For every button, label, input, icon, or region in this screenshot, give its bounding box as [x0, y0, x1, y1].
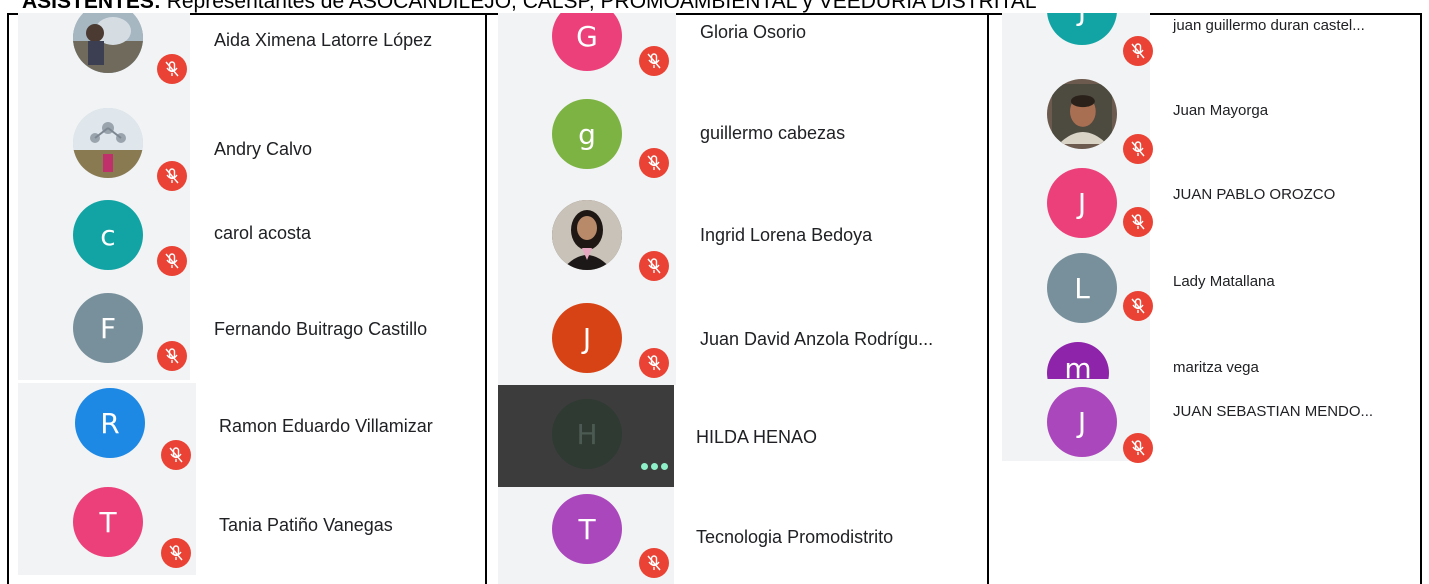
mic-off-icon [639, 148, 669, 178]
participant-name: maritza vega [1173, 359, 1259, 376]
participant-initial-avatar: L [1047, 253, 1117, 323]
mic-off-icon [1123, 134, 1153, 164]
participant-name: guillermo cabezas [700, 123, 846, 143]
mic-off-icon [1123, 433, 1153, 463]
participant-photo-avatar [1047, 79, 1117, 149]
participant-row[interactable]: J JUAN SEBASTIAN MENDO... [1002, 379, 1419, 475]
participant-name: Juan Mayorga [1173, 102, 1269, 119]
participant-name: Andry Calvo [214, 139, 313, 159]
mic-off-icon [639, 548, 669, 578]
participant-row[interactable]: F Fernando Buitrago Castillo [18, 292, 483, 388]
participant-initial-avatar: T [552, 494, 622, 564]
participant-row[interactable]: G Gloria Osorio [498, 13, 986, 109]
participant-initial-avatar: F [73, 293, 143, 363]
participant-row[interactable]: Juan Mayorga [1002, 79, 1419, 175]
participant-initial-avatar: G [552, 13, 622, 71]
participant-row[interactable]: Aida Ximena Latorre López [18, 13, 483, 109]
mic-off-icon [157, 341, 187, 371]
table-divider-2 [987, 13, 989, 584]
participant-row[interactable]: J Juan David Anzola Rodrígu... [498, 297, 986, 393]
mic-off-icon [161, 538, 191, 568]
speaking-indicator-icon [641, 463, 668, 470]
mic-off-icon [1123, 291, 1153, 321]
participant-name: Fernando Buitrago Castillo [214, 319, 428, 339]
participant-name: HILDA HENAO [696, 427, 818, 447]
participant-column-3: J juan guillermo duran castel... Juan Ma… [1002, 13, 1419, 584]
participant-photo-avatar [73, 108, 143, 178]
participant-row[interactable]: Ingrid Lorena Bedoya [498, 200, 986, 297]
participant-row[interactable]: Andry Calvo [18, 108, 483, 205]
participant-row[interactable]: g guillermo cabezas [498, 99, 986, 195]
participant-initial-avatar: m [1047, 342, 1109, 379]
participant-name: JUAN SEBASTIAN MENDO... [1173, 403, 1374, 420]
participant-name: carol acosta [214, 223, 312, 243]
participant-initial-avatar: T [73, 487, 143, 557]
participant-name: Ingrid Lorena Bedoya [700, 225, 873, 245]
table-divider-1 [485, 13, 487, 584]
mic-off-icon [639, 46, 669, 76]
participant-initial-avatar: g [552, 99, 622, 169]
photo-image [73, 108, 143, 178]
mic-off-icon [161, 440, 191, 470]
photo-image [552, 200, 622, 270]
participant-initial-avatar: H [552, 399, 622, 469]
participant-initial-avatar: J [1047, 13, 1117, 45]
participant-column-2: G Gloria Osorio g guillermo cabezas Ingr… [498, 13, 986, 584]
mic-off-icon [1123, 207, 1153, 237]
header-label: ASISTENTES: [22, 0, 161, 13]
header-text: Representantes de ASOCANDILEJO, CALSP, P… [160, 0, 1037, 13]
participant-row[interactable]: T Tania Patiño Vanegas [18, 481, 483, 577]
participant-name: Tecnologia Promodistrito [696, 527, 894, 547]
participant-row[interactable]: J JUAN PABLO OROZCO [1002, 168, 1419, 265]
participant-name: Tania Patiño Vanegas [219, 515, 393, 535]
document-header: ASISTENTES: Representantes de ASOCANDILE… [0, 0, 1429, 13]
participant-initial-avatar: R [75, 388, 145, 458]
mic-off-icon [639, 348, 669, 378]
participant-name: juan guillermo duran castel... [1173, 17, 1365, 34]
participant-name: Juan David Anzola Rodrígu... [700, 329, 934, 349]
photo-image [1052, 84, 1112, 144]
mic-off-icon [157, 54, 187, 84]
participant-initial-avatar: J [1047, 387, 1117, 457]
table-border-left [7, 13, 9, 584]
mic-off-icon [1123, 36, 1153, 66]
participant-photo-avatar [73, 13, 143, 73]
participant-initial-avatar: J [1047, 168, 1117, 238]
participant-row[interactable]: L Lady Matallana [1002, 253, 1419, 349]
participant-name: Gloria Osorio [700, 22, 807, 42]
participant-name: JUAN PABLO OROZCO [1173, 186, 1336, 203]
participant-name: Aida Ximena Latorre López [214, 30, 433, 50]
participant-name: Ramon Eduardo Villamizar [219, 416, 433, 436]
participant-row[interactable]: R Ramon Eduardo Villamizar [18, 385, 483, 481]
mic-off-icon [157, 161, 187, 191]
participant-column-1: Aida Ximena Latorre López Andry Calvo c [18, 13, 483, 584]
table-border-right [1420, 13, 1422, 584]
mic-off-icon [157, 246, 187, 276]
participant-initial-avatar: J [552, 303, 622, 373]
participant-photo-avatar [552, 200, 622, 270]
participant-row[interactable]: T Tecnologia Promodistrito [498, 487, 986, 583]
participant-row[interactable]: c carol acosta [18, 197, 483, 293]
mic-off-icon [639, 251, 669, 281]
participant-initial-avatar: c [73, 200, 143, 270]
participant-name: Lady Matallana [1173, 273, 1275, 290]
participant-row-active[interactable]: H HILDA HENAO [498, 391, 986, 487]
photo-image [73, 13, 143, 73]
